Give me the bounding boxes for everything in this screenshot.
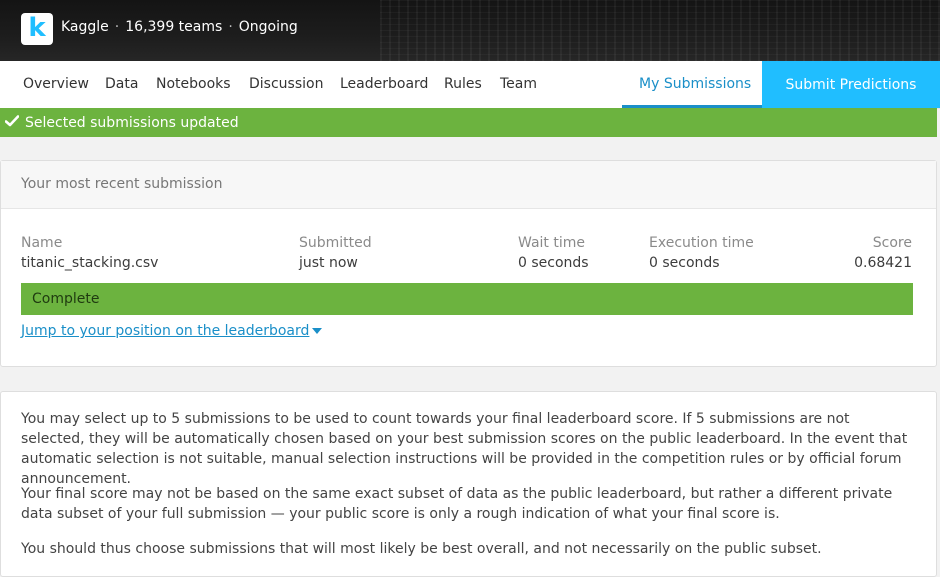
- info-paragraph: Your final score may not be based on the…: [21, 486, 893, 522]
- tab-team[interactable]: Team: [500, 61, 537, 108]
- tab-overview[interactable]: Overview: [23, 61, 89, 108]
- score-value: 0.68421: [854, 255, 912, 271]
- kaggle-logo[interactable]: k: [21, 13, 53, 45]
- info-paragraph: You may select up to 5 submissions to be…: [21, 411, 908, 487]
- competition-nav: Overview Data Notebooks Discussion Leade…: [0, 61, 940, 109]
- competition-meta: Kaggle · 16,399 teams · Ongoing: [61, 19, 298, 35]
- caret-down-icon: [312, 328, 323, 334]
- recent-submission-card: Your most recent submission Name titanic…: [0, 160, 937, 367]
- submission-file-name: titanic_stacking.csv: [21, 255, 159, 271]
- score-column: Score 0.68421: [854, 233, 912, 273]
- kaggle-logo-letter: k: [28, 12, 46, 43]
- wait-time-label: Wait time: [518, 235, 585, 251]
- wait-time-value: 0 seconds: [518, 255, 589, 271]
- name-label: Name: [21, 235, 63, 251]
- submit-predictions-button[interactable]: Submit Predictions: [762, 61, 940, 108]
- success-alert: Selected submissions updated: [0, 108, 937, 137]
- wait-time-column: Wait time 0 seconds: [518, 233, 589, 273]
- score-label: Score: [872, 235, 912, 251]
- submitted-label: Submitted: [299, 235, 372, 251]
- brand-name: Kaggle: [61, 19, 109, 35]
- recent-submission-title: Your most recent submission: [1, 161, 936, 209]
- submission-name-column: Name titanic_stacking.csv: [21, 233, 158, 273]
- check-icon: [4, 114, 20, 131]
- execution-time-label: Execution time: [649, 235, 754, 251]
- execution-time-value: 0 seconds: [649, 255, 720, 271]
- submitted-column: Submitted just now: [299, 233, 372, 273]
- team-count: 16,399 teams: [125, 19, 223, 35]
- competition-status: Ongoing: [238, 19, 298, 35]
- submission-status-bar: Complete: [21, 283, 913, 315]
- submitted-value: just now: [299, 255, 358, 271]
- header-background-pattern: [380, 0, 940, 61]
- tab-data[interactable]: Data: [105, 61, 138, 108]
- meta-separator: ·: [228, 19, 233, 35]
- tab-notebooks[interactable]: Notebooks: [156, 61, 231, 108]
- tab-my-submissions[interactable]: My Submissions: [622, 61, 769, 108]
- jump-to-leaderboard-link[interactable]: Jump to your position on the leaderboard: [21, 323, 323, 339]
- tab-leaderboard[interactable]: Leaderboard: [340, 61, 428, 108]
- alert-message: Selected submissions updated: [25, 114, 239, 131]
- execution-time-column: Execution time 0 seconds: [649, 233, 754, 273]
- tab-discussion[interactable]: Discussion: [249, 61, 323, 108]
- meta-separator: ·: [114, 19, 120, 35]
- submission-selection-info-card: You may select up to 5 submissions to be…: [0, 391, 937, 577]
- info-paragraph: You should thus choose submissions that …: [21, 541, 822, 557]
- jump-link-text: Jump to your position on the leaderboard: [21, 323, 310, 339]
- tab-rules[interactable]: Rules: [444, 61, 482, 108]
- competition-header: k Kaggle · 16,399 teams · Ongoing: [0, 0, 940, 61]
